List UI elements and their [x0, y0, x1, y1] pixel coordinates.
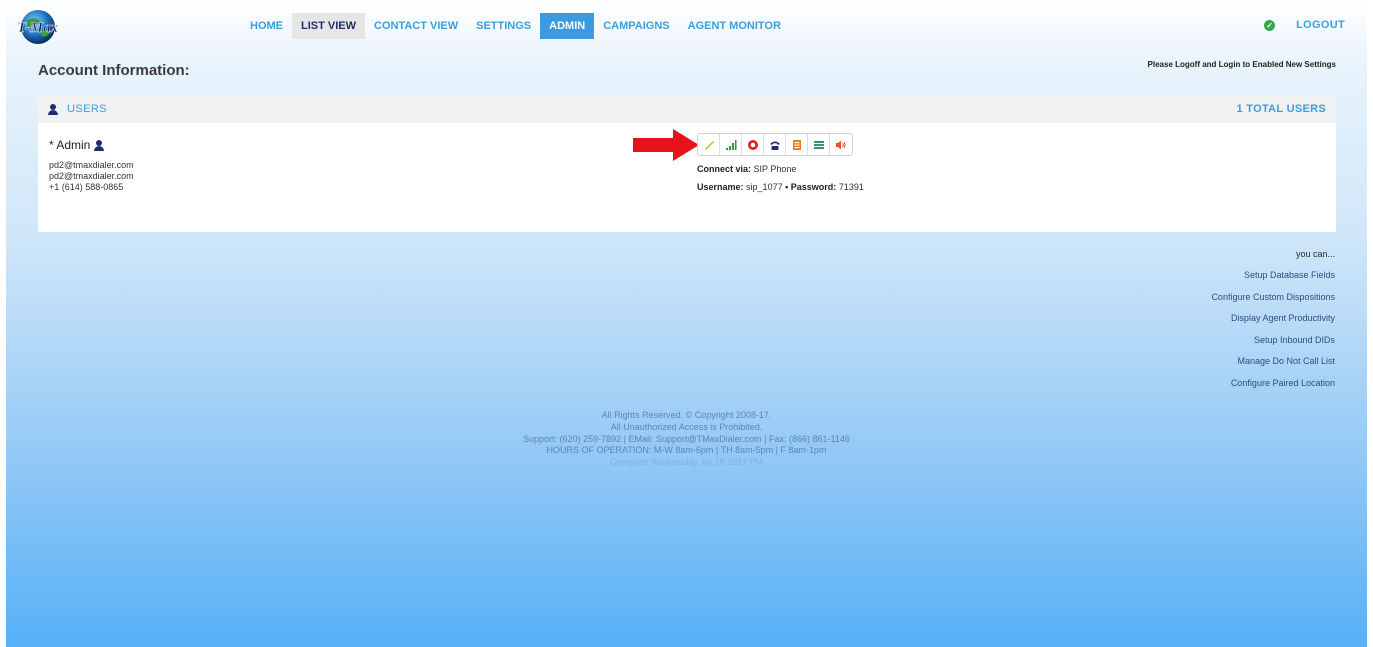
main-nav: HOME LIST VIEW CONTACT VIEW SETTINGS ADM… — [241, 13, 790, 39]
red-arrow-icon — [633, 129, 699, 161]
footer-copyright: All Rights Reserved. © Copyright 2008-17… — [601, 410, 772, 420]
book-icon — [792, 139, 801, 150]
link-configure-paired-location[interactable]: Configure Paired Location — [1211, 377, 1335, 399]
stop-icon — [747, 139, 758, 150]
edit-user-button[interactable] — [698, 134, 720, 155]
nav-agent-monitor[interactable]: AGENT MONITOR — [679, 13, 790, 39]
top-navbar: T-Max HOME LIST VIEW CONTACT VIEW SETTIN… — [6, 0, 1367, 52]
credentials-line: Username: sip_1077 • Password: 71391 — [697, 178, 864, 196]
footer-hours: HOURS OF OPERATION: M-W 8am-6pm | TH 8am… — [546, 445, 827, 456]
credentials-separator: • — [785, 182, 789, 192]
password-label: Password: — [790, 182, 837, 192]
quick-links-lead: you can... — [1295, 249, 1335, 259]
nav-settings[interactable]: SETTINGS — [467, 13, 540, 39]
connect-via-line: Connect via: SIP Phone — [697, 160, 864, 178]
disable-user-button[interactable] — [742, 134, 764, 155]
user-email-secondary: pd2@tmaxdialer.com — [49, 171, 134, 181]
footer: All Rights Reserved. © Copyright 2008-17… — [6, 410, 1367, 469]
connection-info: Connect via: SIP Phone Username: sip_107… — [697, 160, 864, 196]
audio-button[interactable] — [830, 134, 852, 155]
user-name-label: * Admin — [49, 138, 91, 152]
stats-button[interactable] — [720, 134, 742, 155]
logo-text: T-Max — [17, 20, 59, 36]
footer-compiled: Compiled Wednesday Jul 19 2017 PM — [610, 457, 763, 468]
nav-list-view[interactable]: LIST VIEW — [292, 13, 365, 39]
link-manage-dnc-list[interactable]: Manage Do Not Call List — [1211, 355, 1335, 377]
user-name[interactable]: * Admin — [49, 138, 105, 152]
nav-contact-view[interactable]: CONTACT VIEW — [365, 13, 467, 39]
username-label: Username: — [697, 182, 744, 192]
nav-admin[interactable]: ADMIN — [540, 13, 595, 39]
link-setup-inbound-dids[interactable]: Setup Inbound DIDs — [1211, 334, 1335, 356]
password-value: 71391 — [838, 182, 864, 192]
user-phone: +1 (614) 588-0865 — [49, 182, 124, 192]
user-email: pd2@tmaxdialer.com — [49, 160, 134, 170]
connect-via-value: SIP Phone — [753, 164, 797, 174]
users-panel: USERS 1 TOTAL USERS * Admin pd2@tmaxdial… — [38, 95, 1336, 232]
nav-home[interactable]: HOME — [241, 13, 292, 39]
users-panel-header: USERS 1 TOTAL USERS — [38, 95, 1336, 123]
user-icon — [94, 139, 105, 151]
link-setup-database-fields[interactable]: Setup Database Fields — [1211, 269, 1335, 291]
link-configure-custom-dispositions[interactable]: Configure Custom Dispositions — [1211, 291, 1335, 313]
logoff-notice: Please Logoff and Login to Enabled New S… — [1147, 60, 1336, 69]
phone-settings-button[interactable] — [764, 134, 786, 155]
user-details: pd2@tmaxdialer.com pd2@tmaxdialer.com +1… — [49, 160, 134, 193]
username-value: sip_1077 — [746, 182, 783, 192]
list-icon — [813, 140, 824, 149]
directory-button[interactable] — [786, 134, 808, 155]
nav-campaigns[interactable]: CAMPAIGNS — [594, 13, 678, 39]
link-display-agent-productivity[interactable]: Display Agent Productivity — [1211, 312, 1335, 334]
footer-unauthorized: All Unauthorized Access is Prohibited. — [610, 421, 763, 432]
app-window: T-Max HOME LIST VIEW CONTACT VIEW SETTIN… — [6, 0, 1367, 647]
phone-icon — [769, 141, 780, 150]
tmax-logo[interactable]: T-Max — [14, 8, 62, 46]
quick-links: you can... Setup Database Fields Configu… — [1211, 248, 1335, 398]
user-action-toolbar — [697, 133, 853, 156]
speaker-icon — [836, 140, 846, 149]
user-icon — [48, 103, 58, 115]
logout-label: LOGOUT — [1296, 19, 1345, 31]
page-title: Account Information: — [38, 62, 190, 79]
footer-support: Support: (620) 259-7892 | EMail: Support… — [523, 433, 850, 444]
users-panel-title: USERS — [67, 103, 107, 115]
connect-via-label: Connect via: — [697, 164, 752, 174]
logout-link[interactable]: ✓ LOGOUT — [1264, 19, 1345, 31]
list-settings-button[interactable] — [808, 134, 830, 155]
pencil-icon — [704, 140, 714, 150]
total-users-count: 1 TOTAL USERS — [1236, 103, 1326, 115]
signal-icon — [725, 139, 736, 150]
check-circle-icon: ✓ — [1264, 19, 1276, 31]
